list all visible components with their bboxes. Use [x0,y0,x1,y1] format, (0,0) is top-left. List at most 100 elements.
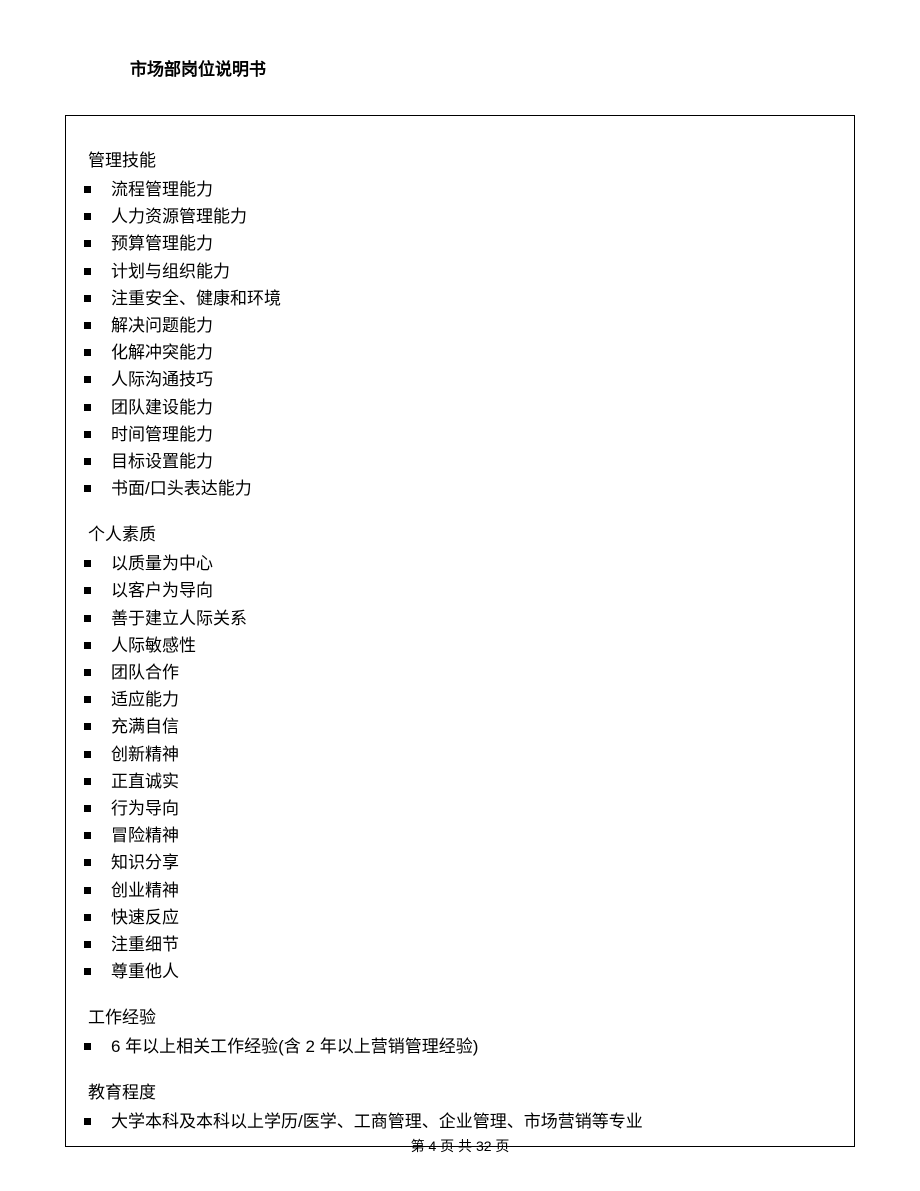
content-box: 管理技能流程管理能力人力资源管理能力预算管理能力计划与组织能力注重安全、健康和环… [65,115,855,1147]
list-item-text: 快速反应 [111,904,179,931]
bullet-list: 以质量为中心以客户为导向善于建立人际关系人际敏感性团队合作适应能力充满自信创新精… [66,550,854,985]
bullet-marker-icon [84,914,91,921]
list-item-text: 善于建立人际关系 [111,605,247,632]
bullet-list: 大学本科及本科以上学历/医学、工商管理、企业管理、市场营销等专业 [66,1108,854,1135]
bullet-marker-icon [84,642,91,649]
list-item: 以客户为导向 [84,577,854,604]
bullet-marker-icon [84,186,91,193]
list-item: 解决问题能力 [84,312,854,339]
section-heading: 个人素质 [66,520,854,545]
bullet-marker-icon [84,832,91,839]
section-heading: 管理技能 [66,146,854,171]
bullet-marker-icon [84,295,91,302]
list-item: 创业精神 [84,877,854,904]
bullet-list: 流程管理能力人力资源管理能力预算管理能力计划与组织能力注重安全、健康和环境解决问… [66,176,854,502]
list-item-text: 注重安全、健康和环境 [111,285,281,312]
list-item: 目标设置能力 [84,448,854,475]
list-item: 充满自信 [84,713,854,740]
list-item: 团队合作 [84,659,854,686]
bullet-marker-icon [84,723,91,730]
bullet-marker-icon [84,458,91,465]
list-item-text: 人际敏感性 [111,632,196,659]
list-item-text: 正直诚实 [111,768,179,795]
bullet-marker-icon [84,404,91,411]
list-item-text: 创新精神 [111,741,179,768]
list-item-text: 计划与组织能力 [111,258,230,285]
list-item-text: 解决问题能力 [111,312,213,339]
bullet-marker-icon [84,485,91,492]
list-item: 注重细节 [84,931,854,958]
list-item: 善于建立人际关系 [84,605,854,632]
bullet-marker-icon [84,615,91,622]
list-item-text: 注重细节 [111,931,179,958]
bullet-marker-icon [84,268,91,275]
bullet-marker-icon [84,322,91,329]
bullet-marker-icon [84,669,91,676]
list-item-text: 人力资源管理能力 [111,203,247,230]
bullet-marker-icon [84,1118,91,1125]
page-footer: 第 4 页 共 32 页 [0,1136,920,1156]
section-heading: 教育程度 [66,1078,854,1103]
list-item-text: 化解冲突能力 [111,339,213,366]
list-item-text: 团队合作 [111,659,179,686]
list-item-text: 尊重他人 [111,958,179,985]
list-item: 行为导向 [84,795,854,822]
list-item-text: 以质量为中心 [111,550,213,577]
list-item-text: 时间管理能力 [111,421,213,448]
bullet-marker-icon [84,560,91,567]
list-item: 注重安全、健康和环境 [84,285,854,312]
list-item-text: 团队建设能力 [111,394,213,421]
list-item: 尊重他人 [84,958,854,985]
list-item: 人际敏感性 [84,632,854,659]
list-item: 适应能力 [84,686,854,713]
list-item-text: 目标设置能力 [111,448,213,475]
list-item: 冒险精神 [84,822,854,849]
list-item-text: 书面/口头表达能力 [111,475,252,502]
bullet-marker-icon [84,859,91,866]
list-item: 时间管理能力 [84,421,854,448]
list-item: 团队建设能力 [84,394,854,421]
list-item-text: 流程管理能力 [111,176,213,203]
list-item-text: 创业精神 [111,877,179,904]
list-item-text: 适应能力 [111,686,179,713]
bullet-marker-icon [84,431,91,438]
list-item: 创新精神 [84,741,854,768]
list-item: 知识分享 [84,849,854,876]
bullet-marker-icon [84,751,91,758]
list-item-text: 6 年以上相关工作经验(含 2 年以上营销管理经验) [111,1033,478,1060]
list-item: 以质量为中心 [84,550,854,577]
list-item-text: 知识分享 [111,849,179,876]
list-item-text: 行为导向 [111,795,179,822]
list-item: 流程管理能力 [84,176,854,203]
list-item: 正直诚实 [84,768,854,795]
list-item-text: 预算管理能力 [111,230,213,257]
bullet-list: 6 年以上相关工作经验(含 2 年以上营销管理经验) [66,1033,854,1060]
bullet-marker-icon [84,240,91,247]
bullet-marker-icon [84,349,91,356]
list-item-text: 以客户为导向 [111,577,213,604]
bullet-marker-icon [84,887,91,894]
list-item: 书面/口头表达能力 [84,475,854,502]
bullet-marker-icon [84,778,91,785]
bullet-marker-icon [84,587,91,594]
bullet-marker-icon [84,805,91,812]
list-item: 人际沟通技巧 [84,366,854,393]
bullet-marker-icon [84,968,91,975]
page-title: 市场部岗位说明书 [0,0,920,80]
section-heading: 工作经验 [66,1003,854,1028]
list-item: 快速反应 [84,904,854,931]
bullet-marker-icon [84,941,91,948]
list-item-text: 冒险精神 [111,822,179,849]
list-item: 计划与组织能力 [84,258,854,285]
list-item: 人力资源管理能力 [84,203,854,230]
bullet-marker-icon [84,1043,91,1050]
bullet-marker-icon [84,213,91,220]
bullet-marker-icon [84,376,91,383]
list-item: 6 年以上相关工作经验(含 2 年以上营销管理经验) [84,1033,854,1060]
list-item: 大学本科及本科以上学历/医学、工商管理、企业管理、市场营销等专业 [84,1108,854,1135]
list-item-text: 大学本科及本科以上学历/医学、工商管理、企业管理、市场营销等专业 [111,1108,643,1135]
list-item: 预算管理能力 [84,230,854,257]
list-item-text: 人际沟通技巧 [111,366,213,393]
list-item-text: 充满自信 [111,713,179,740]
bullet-marker-icon [84,696,91,703]
